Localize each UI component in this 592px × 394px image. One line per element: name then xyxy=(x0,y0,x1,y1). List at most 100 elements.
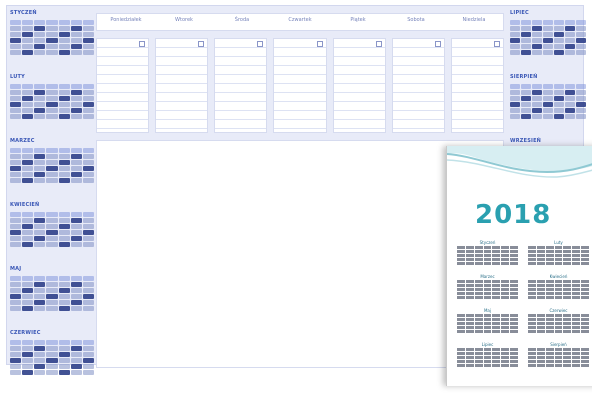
day-cell xyxy=(46,218,58,223)
small-month: Styczeń xyxy=(457,240,518,265)
day-cell xyxy=(572,314,581,317)
day-cell xyxy=(58,38,70,43)
day-cell xyxy=(58,340,70,345)
day-cell xyxy=(10,38,22,43)
day-cell xyxy=(572,296,581,299)
day-cell xyxy=(474,314,483,317)
day-cell xyxy=(483,288,492,291)
day-cell xyxy=(565,114,575,119)
day-cell xyxy=(563,322,572,325)
day-cell xyxy=(572,258,581,261)
day-cell xyxy=(521,102,531,107)
day-cell xyxy=(58,178,70,183)
day-cell xyxy=(10,84,22,89)
day-cell xyxy=(492,246,501,249)
day-cell xyxy=(492,364,501,367)
day-cell xyxy=(46,38,58,43)
day-notes-column[interactable] xyxy=(155,38,209,133)
day-notes-column[interactable] xyxy=(332,38,386,133)
day-cell xyxy=(554,114,564,119)
day-cell xyxy=(510,32,520,37)
day-cell xyxy=(510,50,520,55)
day-cell xyxy=(474,288,483,291)
day-cell xyxy=(528,246,536,249)
day-cell xyxy=(510,38,520,43)
day-cell xyxy=(543,114,553,119)
day-cell xyxy=(565,96,575,101)
day-cell xyxy=(82,352,94,357)
day-notes-column[interactable] xyxy=(214,38,268,133)
day-cell xyxy=(465,292,474,295)
day-notes-column[interactable] xyxy=(391,38,445,133)
day-cell xyxy=(46,212,58,217)
day-cell xyxy=(58,32,70,37)
day-cell xyxy=(492,348,501,351)
day-cell xyxy=(528,360,536,363)
day-cell xyxy=(581,280,589,283)
day-cell xyxy=(465,322,474,325)
day-cell xyxy=(34,294,46,299)
day-cell xyxy=(501,348,510,351)
day-cell xyxy=(82,300,94,305)
day-cell xyxy=(510,96,520,101)
day-cell xyxy=(576,38,586,43)
day-cell xyxy=(22,224,34,229)
day-cell xyxy=(58,230,70,235)
day-cell xyxy=(536,258,545,261)
day-cell xyxy=(536,296,545,299)
day-cell xyxy=(10,108,22,113)
day-cell xyxy=(572,356,581,359)
day-cell xyxy=(82,364,94,369)
day-cell xyxy=(457,356,465,359)
day-cell xyxy=(10,370,22,375)
small-month: Luty xyxy=(528,240,589,265)
day-cell xyxy=(572,254,581,257)
day-cell xyxy=(10,178,22,183)
day-notes-column[interactable] xyxy=(96,38,150,133)
day-cell xyxy=(34,26,46,31)
day-cell xyxy=(22,154,34,159)
day-cell xyxy=(457,246,465,249)
day-cell xyxy=(565,32,575,37)
day-notes-column[interactable] xyxy=(273,38,327,133)
checkbox-icon xyxy=(375,41,382,47)
day-cell xyxy=(572,326,581,329)
day-cell xyxy=(492,254,501,257)
day-cell xyxy=(465,326,474,329)
notes-area[interactable] xyxy=(96,140,504,368)
day-cell xyxy=(532,84,542,89)
day-cell xyxy=(532,20,542,25)
day-cell xyxy=(581,348,589,351)
small-month: Marzec xyxy=(457,274,518,299)
day-cell xyxy=(545,356,554,359)
day-cell xyxy=(501,250,510,253)
day-cell xyxy=(581,284,589,287)
day-cell xyxy=(58,212,70,217)
month-grid xyxy=(510,20,586,55)
day-cell xyxy=(543,50,553,55)
day-notes-column[interactable] xyxy=(450,38,504,133)
day-cell xyxy=(474,258,483,261)
day-cell xyxy=(457,292,465,295)
day-cell xyxy=(501,288,510,291)
day-cell xyxy=(58,50,70,55)
day-cell xyxy=(10,212,22,217)
day-cell xyxy=(457,322,465,325)
day-cell xyxy=(543,96,553,101)
day-cell xyxy=(457,314,465,317)
day-cell xyxy=(82,166,94,171)
day-cell xyxy=(474,292,483,295)
day-cell xyxy=(545,254,554,257)
day-cell xyxy=(22,148,34,153)
day-cell xyxy=(581,360,589,363)
day-cell xyxy=(46,114,58,119)
day-cell xyxy=(10,224,22,229)
day-cell xyxy=(483,330,492,333)
day-cell xyxy=(22,20,34,25)
day-cell xyxy=(528,318,536,321)
day-cell xyxy=(501,352,510,355)
day-cell xyxy=(46,166,58,171)
day-cell xyxy=(483,314,492,317)
day-cell xyxy=(492,314,501,317)
day-cell xyxy=(565,44,575,49)
